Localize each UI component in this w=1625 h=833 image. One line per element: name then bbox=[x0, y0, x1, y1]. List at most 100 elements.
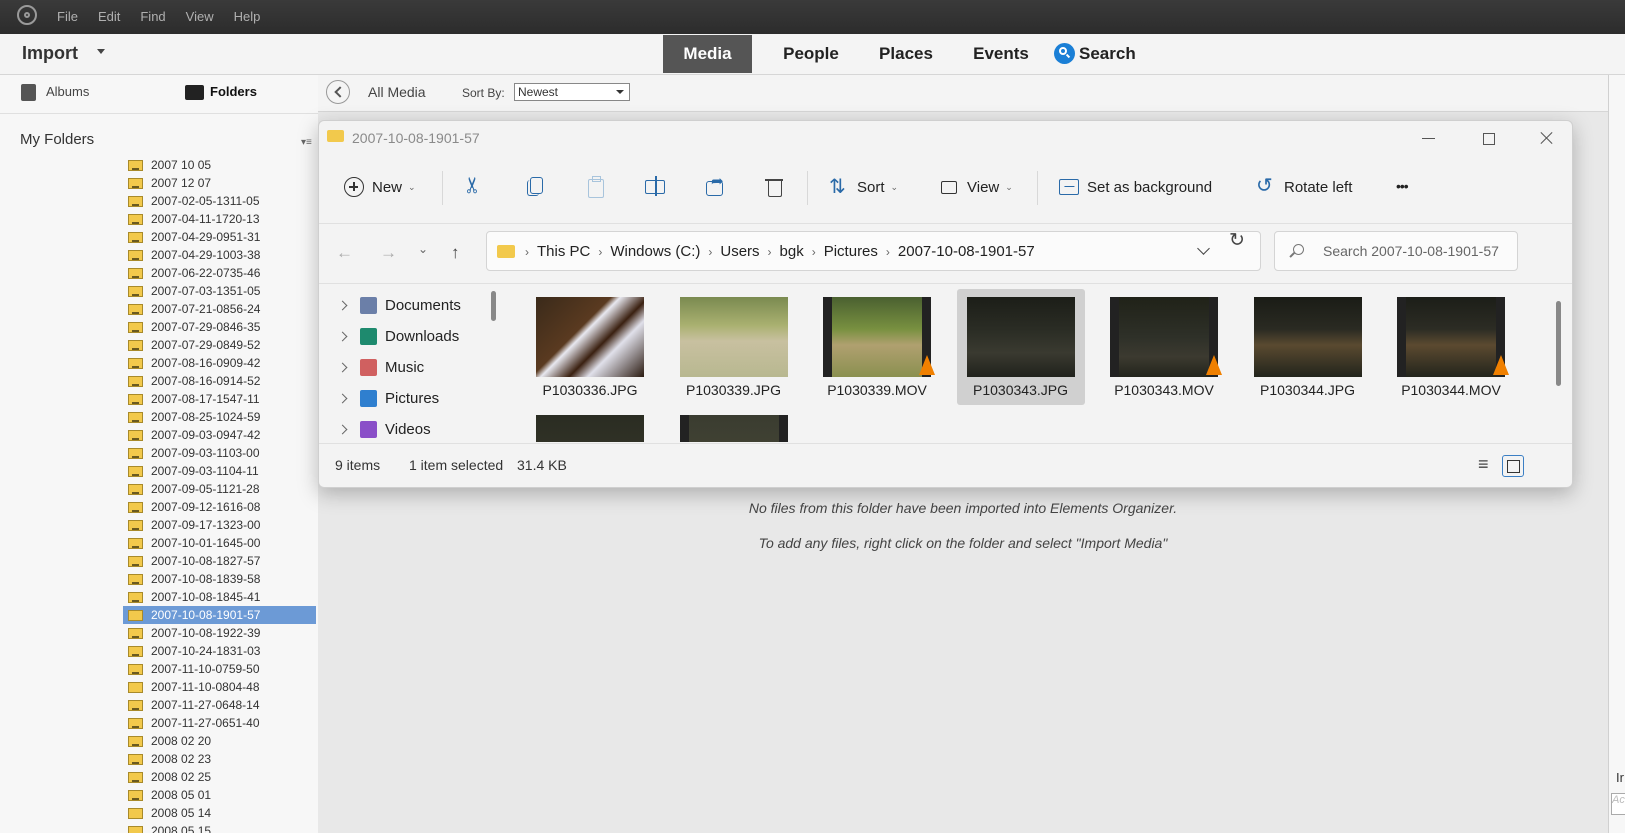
breadcrumb-separator-icon[interactable]: › bbox=[812, 243, 816, 261]
cut-icon[interactable] bbox=[464, 176, 486, 198]
delete-icon[interactable] bbox=[764, 176, 786, 198]
chevron-down-icon[interactable] bbox=[1197, 242, 1210, 255]
breadcrumb-separator-icon[interactable]: › bbox=[525, 243, 529, 261]
share-icon[interactable] bbox=[705, 172, 727, 198]
folder-item[interactable]: 2007-08-25-1024-59 bbox=[0, 408, 318, 426]
chevron-right-icon[interactable] bbox=[337, 331, 348, 341]
file-tile[interactable]: P1030344.MOV bbox=[1387, 289, 1515, 405]
breadcrumb-segment[interactable]: Users bbox=[720, 243, 759, 261]
folder-item[interactable]: 2007-07-21-0856-24 bbox=[0, 300, 318, 318]
all-media-link[interactable]: All Media bbox=[368, 84, 426, 100]
folder-item[interactable]: 2008 05 14 bbox=[0, 804, 318, 822]
nav-item-pictures[interactable]: Pictures bbox=[337, 385, 439, 411]
folder-item[interactable]: 2007-10-08-1845-41 bbox=[0, 588, 318, 606]
set-as-background-button[interactable]: Set as background bbox=[1059, 177, 1212, 197]
folder-item[interactable]: 2007-09-03-0947-42 bbox=[0, 426, 318, 444]
folder-item[interactable]: 2008 02 20 bbox=[0, 732, 318, 750]
breadcrumb-segment[interactable]: 2007-10-08-1901-57 bbox=[898, 243, 1035, 261]
view-button[interactable]: View ⌄ bbox=[939, 177, 1013, 197]
maximize-icon[interactable] bbox=[1474, 127, 1504, 149]
folder-item[interactable]: 2007 12 07 bbox=[0, 174, 318, 192]
tiles-view-icon[interactable] bbox=[1502, 455, 1524, 477]
file-tile[interactable]: P1030339.JPG bbox=[670, 289, 798, 405]
new-button[interactable]: New ⌄ bbox=[344, 177, 416, 197]
rotate-left-button[interactable]: Rotate left bbox=[1256, 173, 1352, 198]
chevron-right-icon[interactable] bbox=[337, 300, 348, 310]
rename-icon[interactable] bbox=[645, 176, 667, 198]
breadcrumb-separator-icon[interactable]: › bbox=[768, 243, 772, 261]
file-grid-scrollbar[interactable] bbox=[1556, 301, 1561, 386]
tab-media[interactable]: Media bbox=[663, 35, 752, 73]
nav-item-videos[interactable]: Videos bbox=[337, 416, 431, 442]
sort-button[interactable]: Sort ⌄ bbox=[829, 174, 898, 199]
file-tile[interactable] bbox=[670, 407, 798, 442]
search-icon[interactable] bbox=[1054, 43, 1075, 64]
folder-item[interactable]: 2007-06-22-0735-46 bbox=[0, 264, 318, 282]
file-tile[interactable]: P1030344.JPG bbox=[1244, 289, 1372, 405]
file-tile[interactable]: P1030339.MOV bbox=[813, 289, 941, 405]
tab-events[interactable]: Events bbox=[955, 35, 1047, 73]
tab-folders[interactable]: Folders bbox=[210, 84, 257, 99]
folder-item[interactable]: 2008 05 15 bbox=[0, 822, 318, 833]
paste-icon[interactable] bbox=[585, 176, 607, 198]
menu-view[interactable]: View bbox=[186, 9, 214, 24]
folder-item[interactable]: 2007-02-05-1311-05 bbox=[0, 192, 318, 210]
breadcrumb-segment[interactable]: This PC bbox=[537, 243, 590, 261]
folder-item[interactable]: 2007-04-11-1720-13 bbox=[0, 210, 318, 228]
refresh-icon[interactable]: ↻ bbox=[1229, 229, 1245, 252]
folder-item[interactable]: 2007-08-16-0914-52 bbox=[0, 372, 318, 390]
folder-item[interactable]: 2007-08-17-1547-11 bbox=[0, 390, 318, 408]
breadcrumb-segment[interactable]: Windows (C:) bbox=[610, 243, 700, 261]
folder-item[interactable]: 2007-07-29-0846-35 bbox=[0, 318, 318, 336]
folder-item[interactable]: 2007-10-08-1827-57 bbox=[0, 552, 318, 570]
menu-file[interactable]: File bbox=[57, 9, 78, 24]
copy-icon[interactable] bbox=[525, 176, 547, 198]
folder-item[interactable]: 2008 05 01 bbox=[0, 786, 318, 804]
menu-edit[interactable]: Edit bbox=[98, 9, 120, 24]
tab-search[interactable]: Search bbox=[1079, 35, 1145, 73]
folder-item[interactable]: 2007-11-10-0759-50 bbox=[0, 660, 318, 678]
nav-item-music[interactable]: Music bbox=[337, 354, 424, 380]
breadcrumb-segment[interactable]: Pictures bbox=[824, 243, 878, 261]
forward-arrow-icon[interactable]: → bbox=[380, 243, 397, 263]
right-panel-input[interactable]: Ac bbox=[1611, 793, 1625, 815]
nav-item-downloads[interactable]: Downloads bbox=[337, 323, 459, 349]
folder-item[interactable]: 2008 02 25 bbox=[0, 768, 318, 786]
folder-item[interactable]: 2007-09-17-1323-00 bbox=[0, 516, 318, 534]
folder-item[interactable]: 2007-09-03-1103-00 bbox=[0, 444, 318, 462]
folder-item[interactable]: 2007-11-27-0648-14 bbox=[0, 696, 318, 714]
details-view-icon[interactable] bbox=[1474, 454, 1496, 477]
file-tile[interactable]: P1030343.MOV bbox=[1100, 289, 1228, 405]
folder-item[interactable]: 2007-04-29-0951-31 bbox=[0, 228, 318, 246]
chevron-right-icon[interactable] bbox=[337, 424, 348, 434]
back-icon[interactable] bbox=[326, 80, 350, 104]
folder-item[interactable]: 2007-08-16-0909-42 bbox=[0, 354, 318, 372]
folder-item[interactable]: 2007-04-29-1003-38 bbox=[0, 246, 318, 264]
folder-item[interactable]: 2007-10-08-1922-39 bbox=[0, 624, 318, 642]
folder-item[interactable]: 2007 10 05 bbox=[0, 156, 318, 174]
tab-albums[interactable]: Albums bbox=[46, 84, 89, 99]
file-tile[interactable]: P1030336.JPG bbox=[526, 289, 654, 405]
folder-item[interactable]: 2007-07-03-1351-05 bbox=[0, 282, 318, 300]
file-tile[interactable]: P1030343.JPG bbox=[956, 289, 1085, 405]
search-input[interactable]: Search 2007-10-08-1901-57 bbox=[1274, 231, 1518, 271]
chevron-right-icon[interactable] bbox=[337, 393, 348, 403]
folder-item[interactable]: 2008 02 23 bbox=[0, 750, 318, 768]
breadcrumb-segment[interactable]: bgk bbox=[780, 243, 804, 261]
close-icon[interactable] bbox=[1532, 127, 1562, 149]
folder-item[interactable]: 2007-10-24-1831-03 bbox=[0, 642, 318, 660]
nav-scrollbar[interactable] bbox=[491, 291, 496, 321]
folder-item[interactable]: 2007-09-05-1121-28 bbox=[0, 480, 318, 498]
sidebar-options-icon[interactable]: ▾≡ bbox=[301, 137, 312, 148]
folder-item[interactable]: 2007-09-03-1104-11 bbox=[0, 462, 318, 480]
folder-item[interactable]: 2007-10-08-1839-58 bbox=[0, 570, 318, 588]
menu-help[interactable]: Help bbox=[234, 9, 261, 24]
sort-select[interactable]: Newest bbox=[514, 83, 630, 101]
menu-find[interactable]: Find bbox=[140, 9, 165, 24]
folder-item[interactable]: 2007-07-29-0849-52 bbox=[0, 336, 318, 354]
address-bar[interactable]: › This PC › Windows (C:) › Users › bgk › Pictures… bbox=[486, 231, 1261, 271]
folder-item[interactable]: 2007-11-10-0804-48 bbox=[0, 678, 318, 696]
folder-item[interactable]: 2007-11-27-0651-40 bbox=[0, 714, 318, 732]
breadcrumb-separator-icon[interactable]: › bbox=[598, 243, 602, 261]
tab-people[interactable]: People bbox=[766, 35, 856, 73]
